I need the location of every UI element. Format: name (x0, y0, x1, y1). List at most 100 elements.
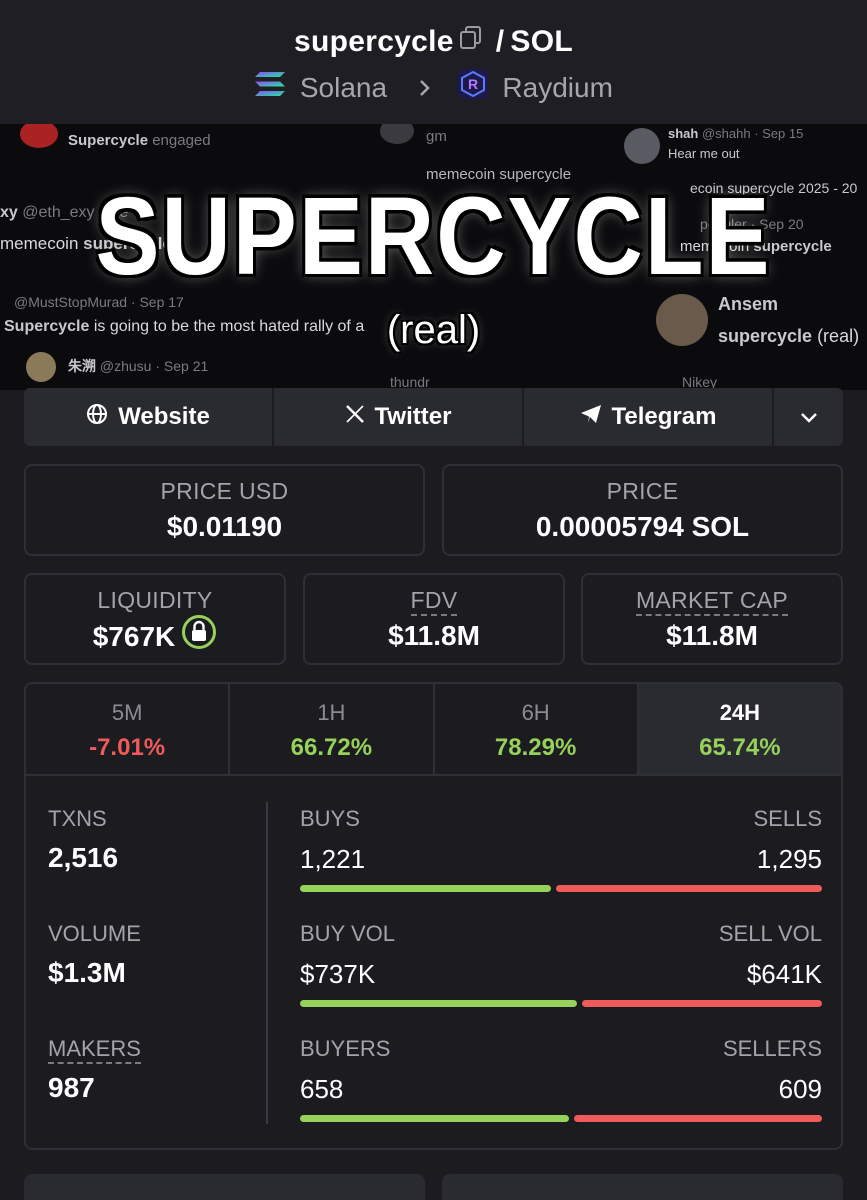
tab-6h[interactable]: 6H 78.29% (435, 684, 639, 774)
website-button[interactable]: Website (24, 388, 274, 446)
svg-text:R: R (468, 76, 478, 92)
makers-split-bar (300, 1115, 822, 1122)
bg-tweet-text: @zhusu · Sep 21 (99, 358, 209, 374)
chevron-right-icon (419, 72, 431, 104)
buyers-value: 658 (300, 1074, 344, 1104)
volume-split-row: BUY VOL SELL VOL $737K $641K (300, 921, 822, 1036)
more-links-button[interactable] (774, 388, 843, 446)
tab-label: 5M (111, 700, 143, 725)
price-usd-value: $0.01190 (166, 511, 283, 542)
volume-split-bar (300, 1000, 822, 1007)
makers-stat: MAKERS 987 (48, 1036, 248, 1148)
dex-name[interactable]: Raydium (502, 72, 612, 103)
liquidity-value: $767K (92, 620, 176, 652)
avatar (20, 124, 58, 148)
sell-bar-segment (573, 1115, 822, 1122)
makers-value: 987 (48, 1072, 95, 1103)
bg-tweet: Hear me out (668, 146, 740, 161)
solana-icon (254, 72, 286, 103)
buy-sell-column: BUYS SELLS 1,221 1,295 BUY VOL SELL VOL … (300, 806, 822, 1148)
price-change: 65.74% (699, 734, 781, 761)
bg-tweet-text: shah (668, 126, 699, 141)
price-native-card: PRICE 0.00005794 SOL (442, 464, 843, 556)
bg-tweet-text: engaged (152, 132, 211, 149)
tab-24h[interactable]: 24H 65.74% (638, 684, 841, 774)
txns-stat: TXNS 2,516 (48, 806, 248, 921)
market-cap-label[interactable]: MARKET CAP (635, 587, 789, 616)
liquidity-label: LIQUIDITY (97, 587, 213, 613)
price-usd-label: PRICE USD (160, 478, 289, 504)
sell-bar-segment (555, 885, 822, 892)
telegram-button[interactable]: Telegram (524, 388, 774, 446)
txns-value: 2,516 (48, 842, 119, 873)
telegram-icon (580, 403, 602, 432)
txns-label: TXNS (48, 806, 107, 831)
liquidity-card: LIQUIDITY $767K (24, 573, 286, 665)
volume-value: $1.3M (48, 957, 126, 988)
timeframe-tabs: 5M -7.01% 1H 66.72% 6H 78.29% 24H 65.74% (26, 684, 841, 776)
token-banner-image: Supercycle engaged gm shah @shahh · Sep … (0, 124, 867, 390)
pair-separator: / (495, 24, 505, 58)
buys-label: BUYS (300, 806, 360, 831)
volume-label: VOLUME (48, 921, 141, 946)
buyers-label: BUYERS (300, 1036, 391, 1061)
fdv-label[interactable]: FDV (410, 587, 458, 616)
pair-title: supercycle / SOL (0, 24, 867, 62)
totals-column: TXNS 2,516 VOLUME $1.3M MAKERS 987 (48, 806, 248, 1148)
sellers-label: SELLERS (722, 1036, 822, 1061)
sells-value: 1,295 (756, 844, 822, 874)
bg-tweet-text: Supercycle (68, 132, 149, 149)
telegram-label: Telegram (611, 403, 717, 430)
watchlist-button[interactable] (24, 1174, 425, 1200)
bg-tweet: shah @shahh · Sep 15 (668, 126, 803, 141)
buy-bar-segment (300, 1000, 577, 1007)
social-links-bar: Website Twitter Telegram (24, 388, 843, 446)
market-cap-card: MARKET CAP $11.8M (581, 573, 843, 665)
sell-vol-value: $641K (746, 959, 822, 989)
bg-tweet: 朱溯 @zhusu · Sep 21 (68, 356, 208, 376)
tab-5m[interactable]: 5M -7.01% (26, 684, 231, 774)
tab-label: 1H (317, 700, 346, 725)
twitter-button[interactable]: Twitter (274, 388, 524, 446)
buy-bar-segment (300, 1115, 569, 1122)
trading-stats-panel: 5M -7.01% 1H 66.72% 6H 78.29% 24H 65.74%… (24, 682, 843, 1150)
bg-tweet: Supercycle engaged (68, 132, 211, 149)
market-cap-value: $11.8M (666, 620, 758, 651)
bg-tweet-text: @shahh · Sep 15 (701, 126, 804, 141)
tab-label: 6H (521, 700, 550, 725)
tab-label: 24H (719, 700, 761, 725)
tab-1h[interactable]: 1H 66.72% (230, 684, 435, 774)
price-change: -7.01% (89, 734, 166, 761)
avatar (380, 124, 414, 144)
copy-icon[interactable] (459, 24, 482, 58)
column-divider (266, 802, 268, 1124)
buy-vol-label: BUY VOL (300, 921, 395, 946)
lock-icon[interactable] (181, 614, 217, 657)
chevron-down-icon (800, 403, 818, 431)
buy-bar-segment (300, 885, 551, 892)
makers-label[interactable]: MAKERS (48, 1036, 141, 1064)
buys-sells-row: BUYS SELLS 1,221 1,295 (300, 806, 822, 921)
buys-value: 1,221 (300, 844, 366, 874)
chain-name[interactable]: Solana (300, 72, 387, 103)
globe-icon (86, 403, 108, 432)
fdv-value: $11.8M (388, 620, 480, 651)
alerts-button[interactable] (442, 1174, 843, 1200)
buy-vol-value: $737K (300, 959, 376, 989)
buys-sells-bar (300, 885, 822, 892)
sell-vol-label: SELL VOL (718, 921, 822, 946)
raydium-icon: R (457, 69, 489, 106)
x-logo-icon (345, 403, 365, 431)
price-usd-card: PRICE USD $0.01190 (24, 464, 425, 556)
volume-stat: VOLUME $1.3M (48, 921, 248, 1036)
makers-split-row: BUYERS SELLERS 658 609 (300, 1036, 822, 1148)
price-change: 66.72% (290, 734, 373, 761)
banner-subtitle: (real) (386, 308, 481, 352)
pair-header: supercycle / SOL Solana R Raydium (0, 0, 867, 124)
quote-token: SOL (510, 24, 573, 58)
avatar (624, 128, 660, 164)
bg-tweet: gm (426, 128, 447, 145)
chain-breadcrumb: Solana R Raydium (0, 68, 867, 107)
bg-tweet-text: 朱溯 (68, 358, 96, 374)
twitter-label: Twitter (374, 403, 452, 430)
